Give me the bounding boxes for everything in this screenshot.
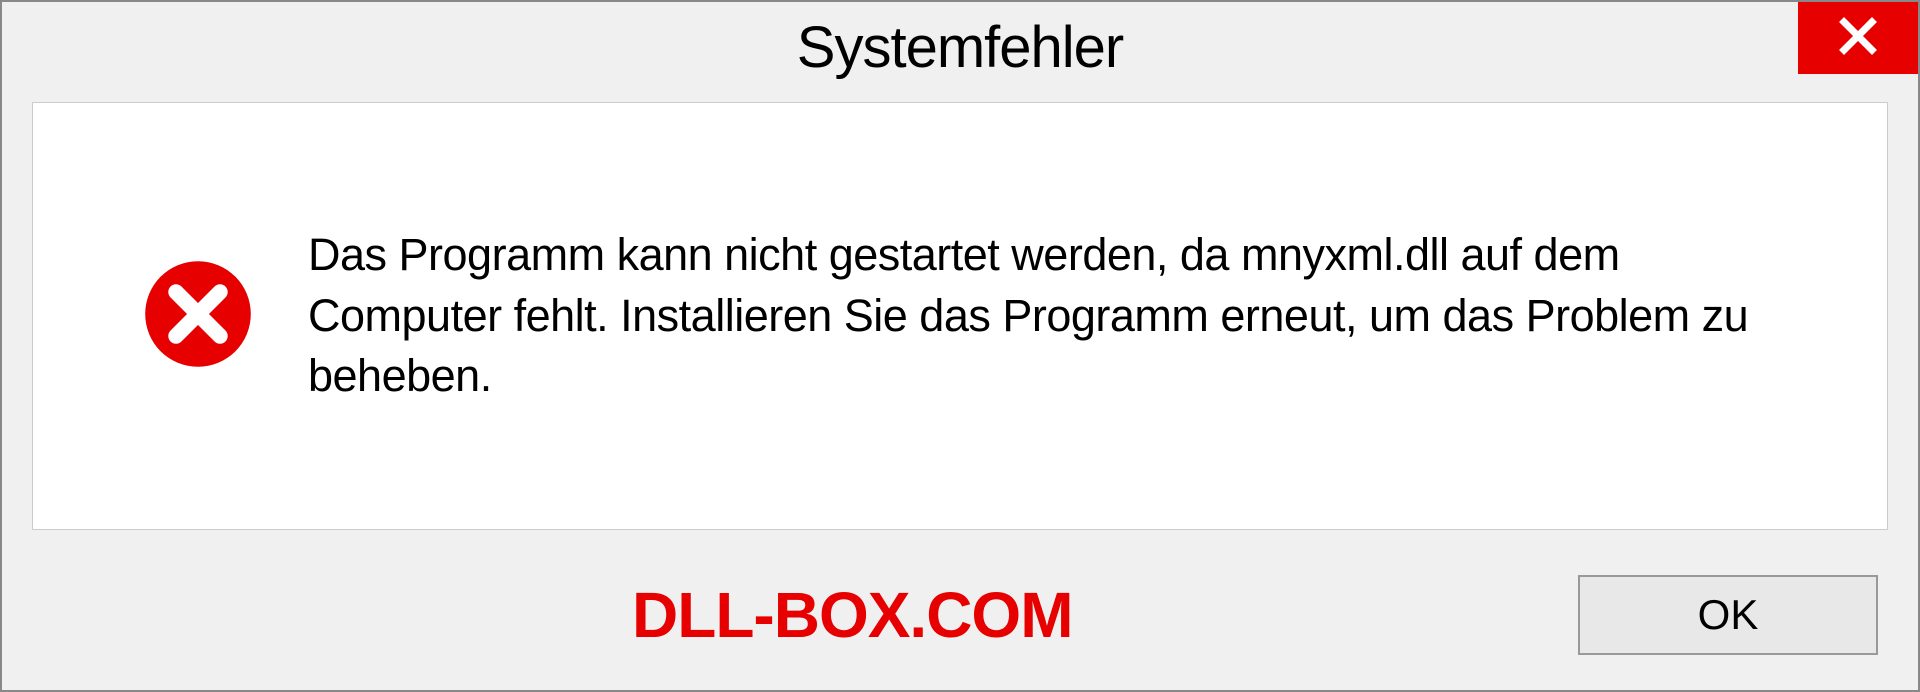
watermark: DLL-BOX.COM [632, 578, 1073, 652]
message-panel: Das Programm kann nicht gestartet werden… [32, 102, 1888, 530]
error-message: Das Programm kann nicht gestartet werden… [308, 225, 1807, 407]
system-error-dialog: Systemfehler Das Programm kann nicht ges… [0, 0, 1920, 692]
bottom-bar: DLL-BOX.COM OK [2, 550, 1918, 690]
titlebar: Systemfehler [2, 2, 1918, 92]
close-icon [1837, 15, 1879, 62]
close-button[interactable] [1798, 2, 1918, 74]
dialog-title: Systemfehler [797, 14, 1123, 81]
error-icon [143, 259, 253, 374]
ok-button[interactable]: OK [1578, 575, 1878, 655]
